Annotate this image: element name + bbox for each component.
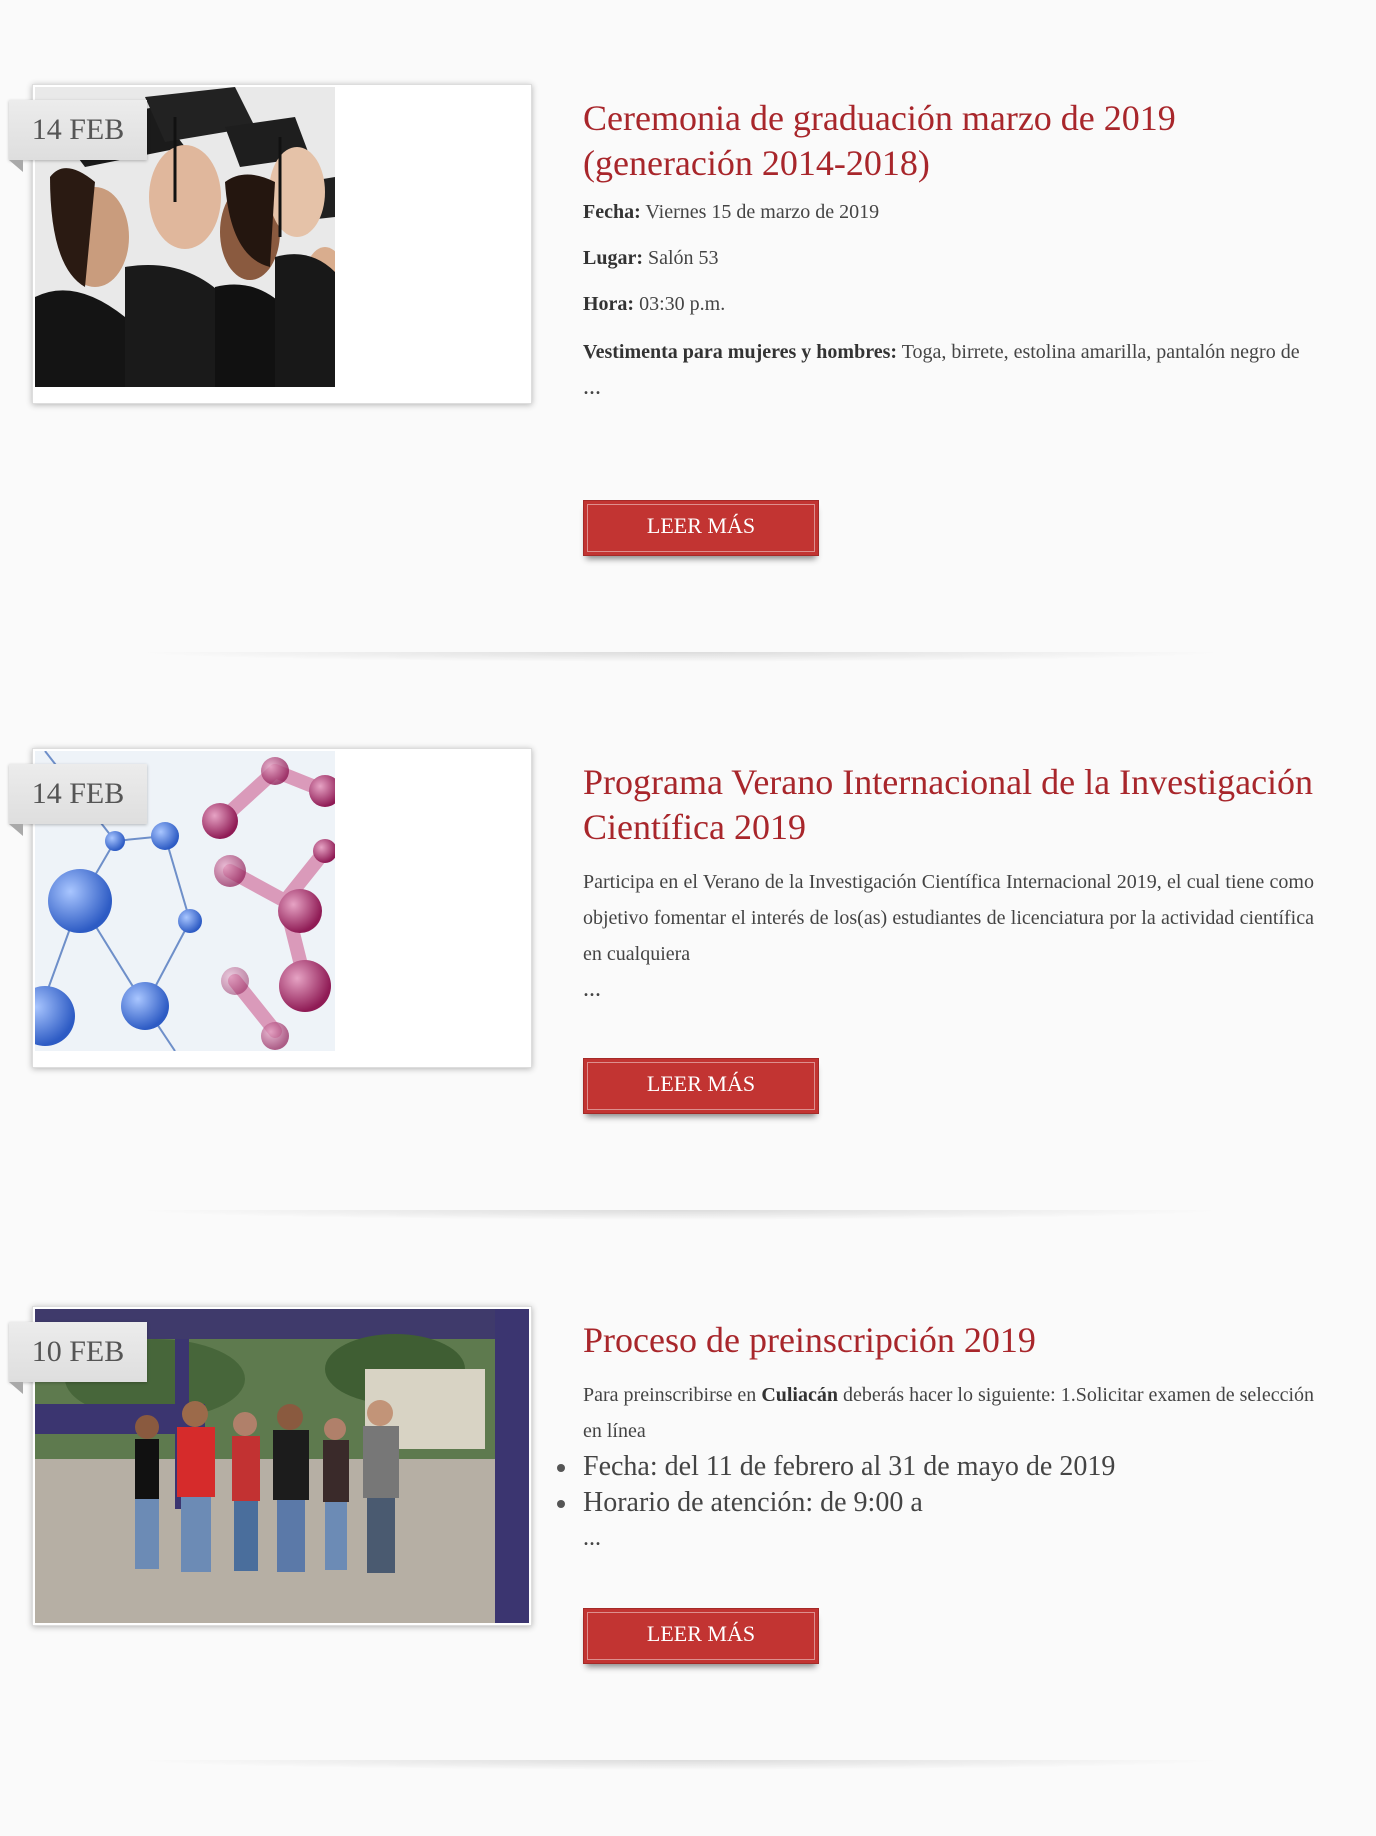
post-content: Ceremonia de graduación marzo de 2019 (g…	[583, 96, 1314, 402]
separator	[130, 652, 1230, 662]
post-title[interactable]: Programa Verano Internacional de la Inve…	[583, 760, 1314, 850]
read-more-button[interactable]: LEER MÁS	[583, 500, 819, 556]
date-badge: 14 FEB	[9, 764, 147, 836]
separator	[130, 1210, 1230, 1220]
ellipsis: ...	[583, 976, 601, 1002]
post-content: Proceso de preinscripción 2019 Para prei…	[557, 1318, 1315, 1553]
post-summary: Participa en el Verano de la Investigaci…	[583, 871, 1314, 965]
post-summary: Para preinscribirse en Culiacán deberás …	[583, 1384, 1315, 1442]
date-badge: 14 FEB	[9, 100, 147, 172]
post-bullets: Fecha: del 11 de febrero al 31 de mayo d…	[557, 1449, 1314, 1521]
post-content: Programa Verano Internacional de la Inve…	[583, 760, 1314, 1004]
bullet-item: Horario de atención: de 9:00 a	[557, 1485, 1314, 1521]
post-title[interactable]: Proceso de preinscripción 2019	[583, 1318, 1314, 1363]
bullet-item: Fecha: del 11 de febrero al 31 de mayo d…	[557, 1449, 1314, 1485]
post-title[interactable]: Ceremonia de graduación marzo de 2019 (g…	[583, 96, 1314, 186]
post-field-attire: Vestimenta para mujeres y hombres: Toga,…	[583, 341, 1300, 363]
ellipsis: ...	[583, 1525, 601, 1551]
date-badge: 10 FEB	[9, 1322, 147, 1394]
read-more-button[interactable]: LEER MÁS	[583, 1608, 819, 1664]
post-field-date: Fecha: Viernes 15 de marzo de 2019	[583, 201, 880, 223]
ellipsis: ...	[583, 374, 601, 400]
separator	[130, 1760, 1230, 1770]
post-field-time: Hora: 03:30 p.m.	[583, 293, 726, 315]
post-field-place: Lugar: Salón 53	[583, 247, 719, 269]
read-more-button[interactable]: LEER MÁS	[583, 1058, 819, 1114]
